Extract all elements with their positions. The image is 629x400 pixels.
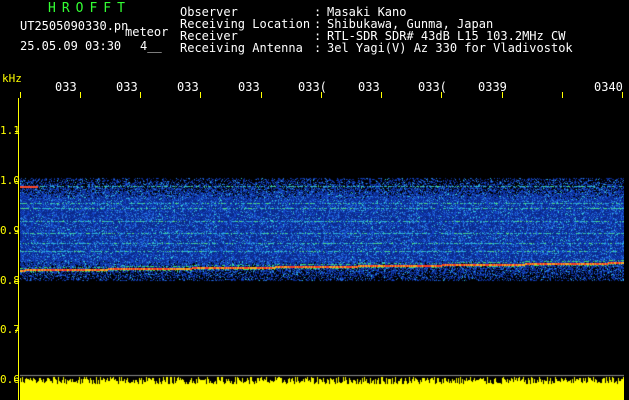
app-title: HROFFT [48, 1, 131, 16]
x-tick-label: 033 [177, 80, 199, 94]
x-tick-label: 0340 [594, 80, 623, 94]
x-tick-label: 033( [418, 80, 447, 94]
y-axis-line [18, 98, 19, 400]
x-tick-label: 033 [55, 80, 77, 94]
spectrogram-canvas [20, 98, 624, 400]
y-unit-label: kHz [2, 72, 22, 85]
x-tick-label: 033 [238, 80, 260, 94]
filename: UT2505090330.pn [20, 19, 129, 33]
blip-indicator: 4__ [140, 39, 162, 53]
x-tick-label: 033 [116, 80, 138, 94]
detector-label: meteor [125, 25, 169, 39]
datetime: 25.05.09 03:30 [20, 39, 122, 53]
antenna-colon: : [314, 41, 322, 55]
x-tick-label: 033 [358, 80, 380, 94]
antenna-label: Receiving Antenna [180, 41, 303, 55]
antenna-value: 3el Yagi(V) Az 330 for Vladivostok [327, 41, 573, 55]
x-tick-label: 033( [298, 80, 327, 94]
